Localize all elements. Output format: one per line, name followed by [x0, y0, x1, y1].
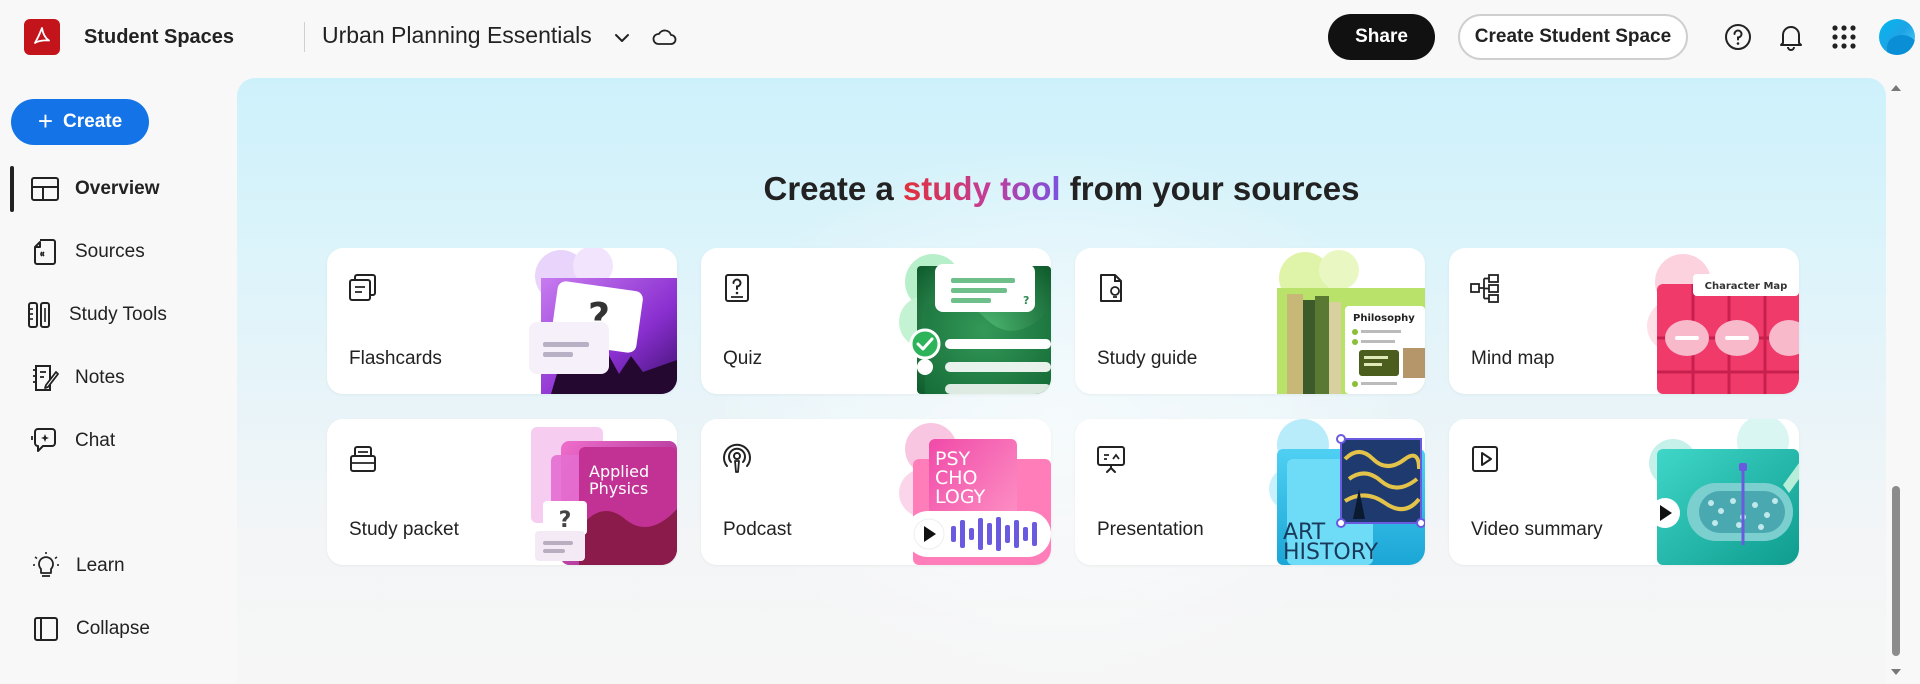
quiz-question-mark: ?	[1023, 294, 1029, 307]
study-packet-question-mark: ?	[559, 508, 572, 533]
plus-icon: +	[37, 106, 54, 136]
flashcards-icon	[349, 274, 376, 301]
create-student-space-button[interactable]: Create Student Space	[1458, 14, 1688, 60]
card-study-guide[interactable]: Study guide Philosophy	[1075, 248, 1425, 394]
sidebar-item-label: Notes	[75, 367, 125, 388]
chevron-down-icon[interactable]	[608, 24, 636, 52]
scrollbar-thumb[interactable]	[1892, 486, 1900, 656]
video-summary-icon	[1472, 446, 1498, 472]
sidebar-item-label: Chat	[75, 430, 116, 451]
study-tools-icon	[23, 299, 55, 331]
video-summary-illustration	[1649, 419, 1799, 565]
card-label: Flashcards	[349, 348, 442, 369]
card-label: Podcast	[723, 519, 792, 540]
help-icon[interactable]	[1721, 20, 1755, 54]
overview-icon	[29, 173, 61, 205]
podcast-illustration: PSY CHO LOGY	[899, 423, 1051, 565]
sidebar-item-chat[interactable]: Chat	[10, 416, 225, 466]
acrobat-logo[interactable]	[24, 19, 60, 55]
app-name: Student Spaces	[84, 26, 235, 48]
sidebar-item-notes[interactable]: Notes	[10, 353, 225, 403]
sidebar-item-sources[interactable]: Sources	[10, 227, 225, 277]
sidebar-item-collapse[interactable]: Collapse	[10, 604, 225, 654]
card-label: Study guide	[1097, 348, 1198, 369]
sidebar-item-label: Overview	[75, 178, 160, 199]
card-flashcards[interactable]: Flashcards ✕ ?	[327, 248, 677, 394]
chat-icon	[29, 425, 61, 457]
study-packet-illustration: Applied Physics ?	[531, 427, 677, 565]
presentation-illustration: ART HISTORY	[1269, 419, 1425, 565]
mind-map-icon	[1470, 274, 1499, 303]
sidebar-item-label: Learn	[76, 555, 125, 576]
heading-accent: study tool	[902, 170, 1061, 207]
notes-icon	[29, 362, 61, 394]
card-presentation[interactable]: Presentation ART HISTORY	[1075, 419, 1425, 565]
lightbulb-icon	[30, 550, 62, 582]
psychology-line3: LOGY	[935, 486, 986, 508]
acrobat-logo-icon	[34, 27, 50, 44]
study-guide-illustration: Philosophy	[1277, 250, 1425, 394]
scroll-up-arrow-icon[interactable]	[1890, 82, 1902, 94]
podcast-icon	[723, 443, 751, 473]
collapse-icon	[30, 613, 62, 645]
art-history-line2: HISTORY	[1283, 540, 1379, 565]
card-label: Video summary	[1471, 519, 1603, 540]
card-label: Quiz	[723, 348, 763, 369]
cloud-icon	[648, 22, 680, 52]
page-title: Create a study tool from your sources	[237, 170, 1886, 208]
space-title[interactable]: Urban Planning Essentials	[322, 22, 592, 49]
main-panel: Create a study tool from your sources Fl…	[237, 78, 1886, 684]
character-map-label: Character Map	[1705, 281, 1788, 292]
philosophy-label: Philosophy	[1353, 313, 1415, 324]
quiz-icon	[725, 274, 749, 302]
card-study-packet[interactable]: Study packet Applied Physics ?	[327, 419, 677, 565]
flashcards-illustration: ✕ ?	[529, 248, 677, 394]
card-label: Study packet	[349, 519, 459, 540]
sidebar-item-learn[interactable]: Learn	[10, 541, 225, 591]
create-button-label: Create	[63, 111, 123, 132]
sidebar-item-label: Sources	[75, 241, 145, 262]
heading-prefix: Create a	[763, 170, 894, 207]
avatar[interactable]	[1879, 19, 1915, 55]
apps-grid-icon[interactable]	[1827, 20, 1861, 54]
scroll-down-arrow-icon[interactable]	[1890, 666, 1902, 678]
background-glow	[697, 138, 1417, 684]
share-button[interactable]: Share	[1328, 14, 1435, 60]
sidebar-item-study-tools[interactable]: Study Tools	[10, 290, 225, 340]
create-button[interactable]: + Create	[11, 99, 149, 145]
divider	[304, 22, 305, 52]
mind-map-illustration: Character Map	[1647, 254, 1799, 394]
card-mind-map[interactable]: Mind map Character Map	[1449, 248, 1799, 394]
study-packet-icon	[350, 446, 376, 472]
card-video-summary[interactable]: Video summary	[1449, 419, 1799, 565]
presentation-icon	[1097, 446, 1125, 473]
card-label: Mind map	[1471, 348, 1555, 369]
sidebar-item-overview[interactable]: Overview	[10, 164, 225, 214]
card-quiz[interactable]: Quiz ?	[701, 248, 1051, 394]
study-guide-icon	[1100, 274, 1122, 302]
heading-suffix: from your sources	[1069, 170, 1360, 207]
top-bar: Student Spaces Urban Planning Essentials…	[0, 0, 1920, 76]
card-label: Presentation	[1097, 519, 1204, 540]
quiz-illustration: ?	[899, 254, 1051, 394]
svg-text:✕: ✕	[616, 248, 629, 266]
sidebar-item-label: Collapse	[76, 618, 150, 639]
sources-icon	[29, 236, 61, 268]
card-podcast[interactable]: Podcast PSY CHO LOGY	[701, 419, 1051, 565]
applied-physics-line2: Physics	[589, 479, 648, 498]
sidebar-item-label: Study Tools	[69, 304, 167, 325]
bell-icon[interactable]	[1774, 20, 1808, 54]
